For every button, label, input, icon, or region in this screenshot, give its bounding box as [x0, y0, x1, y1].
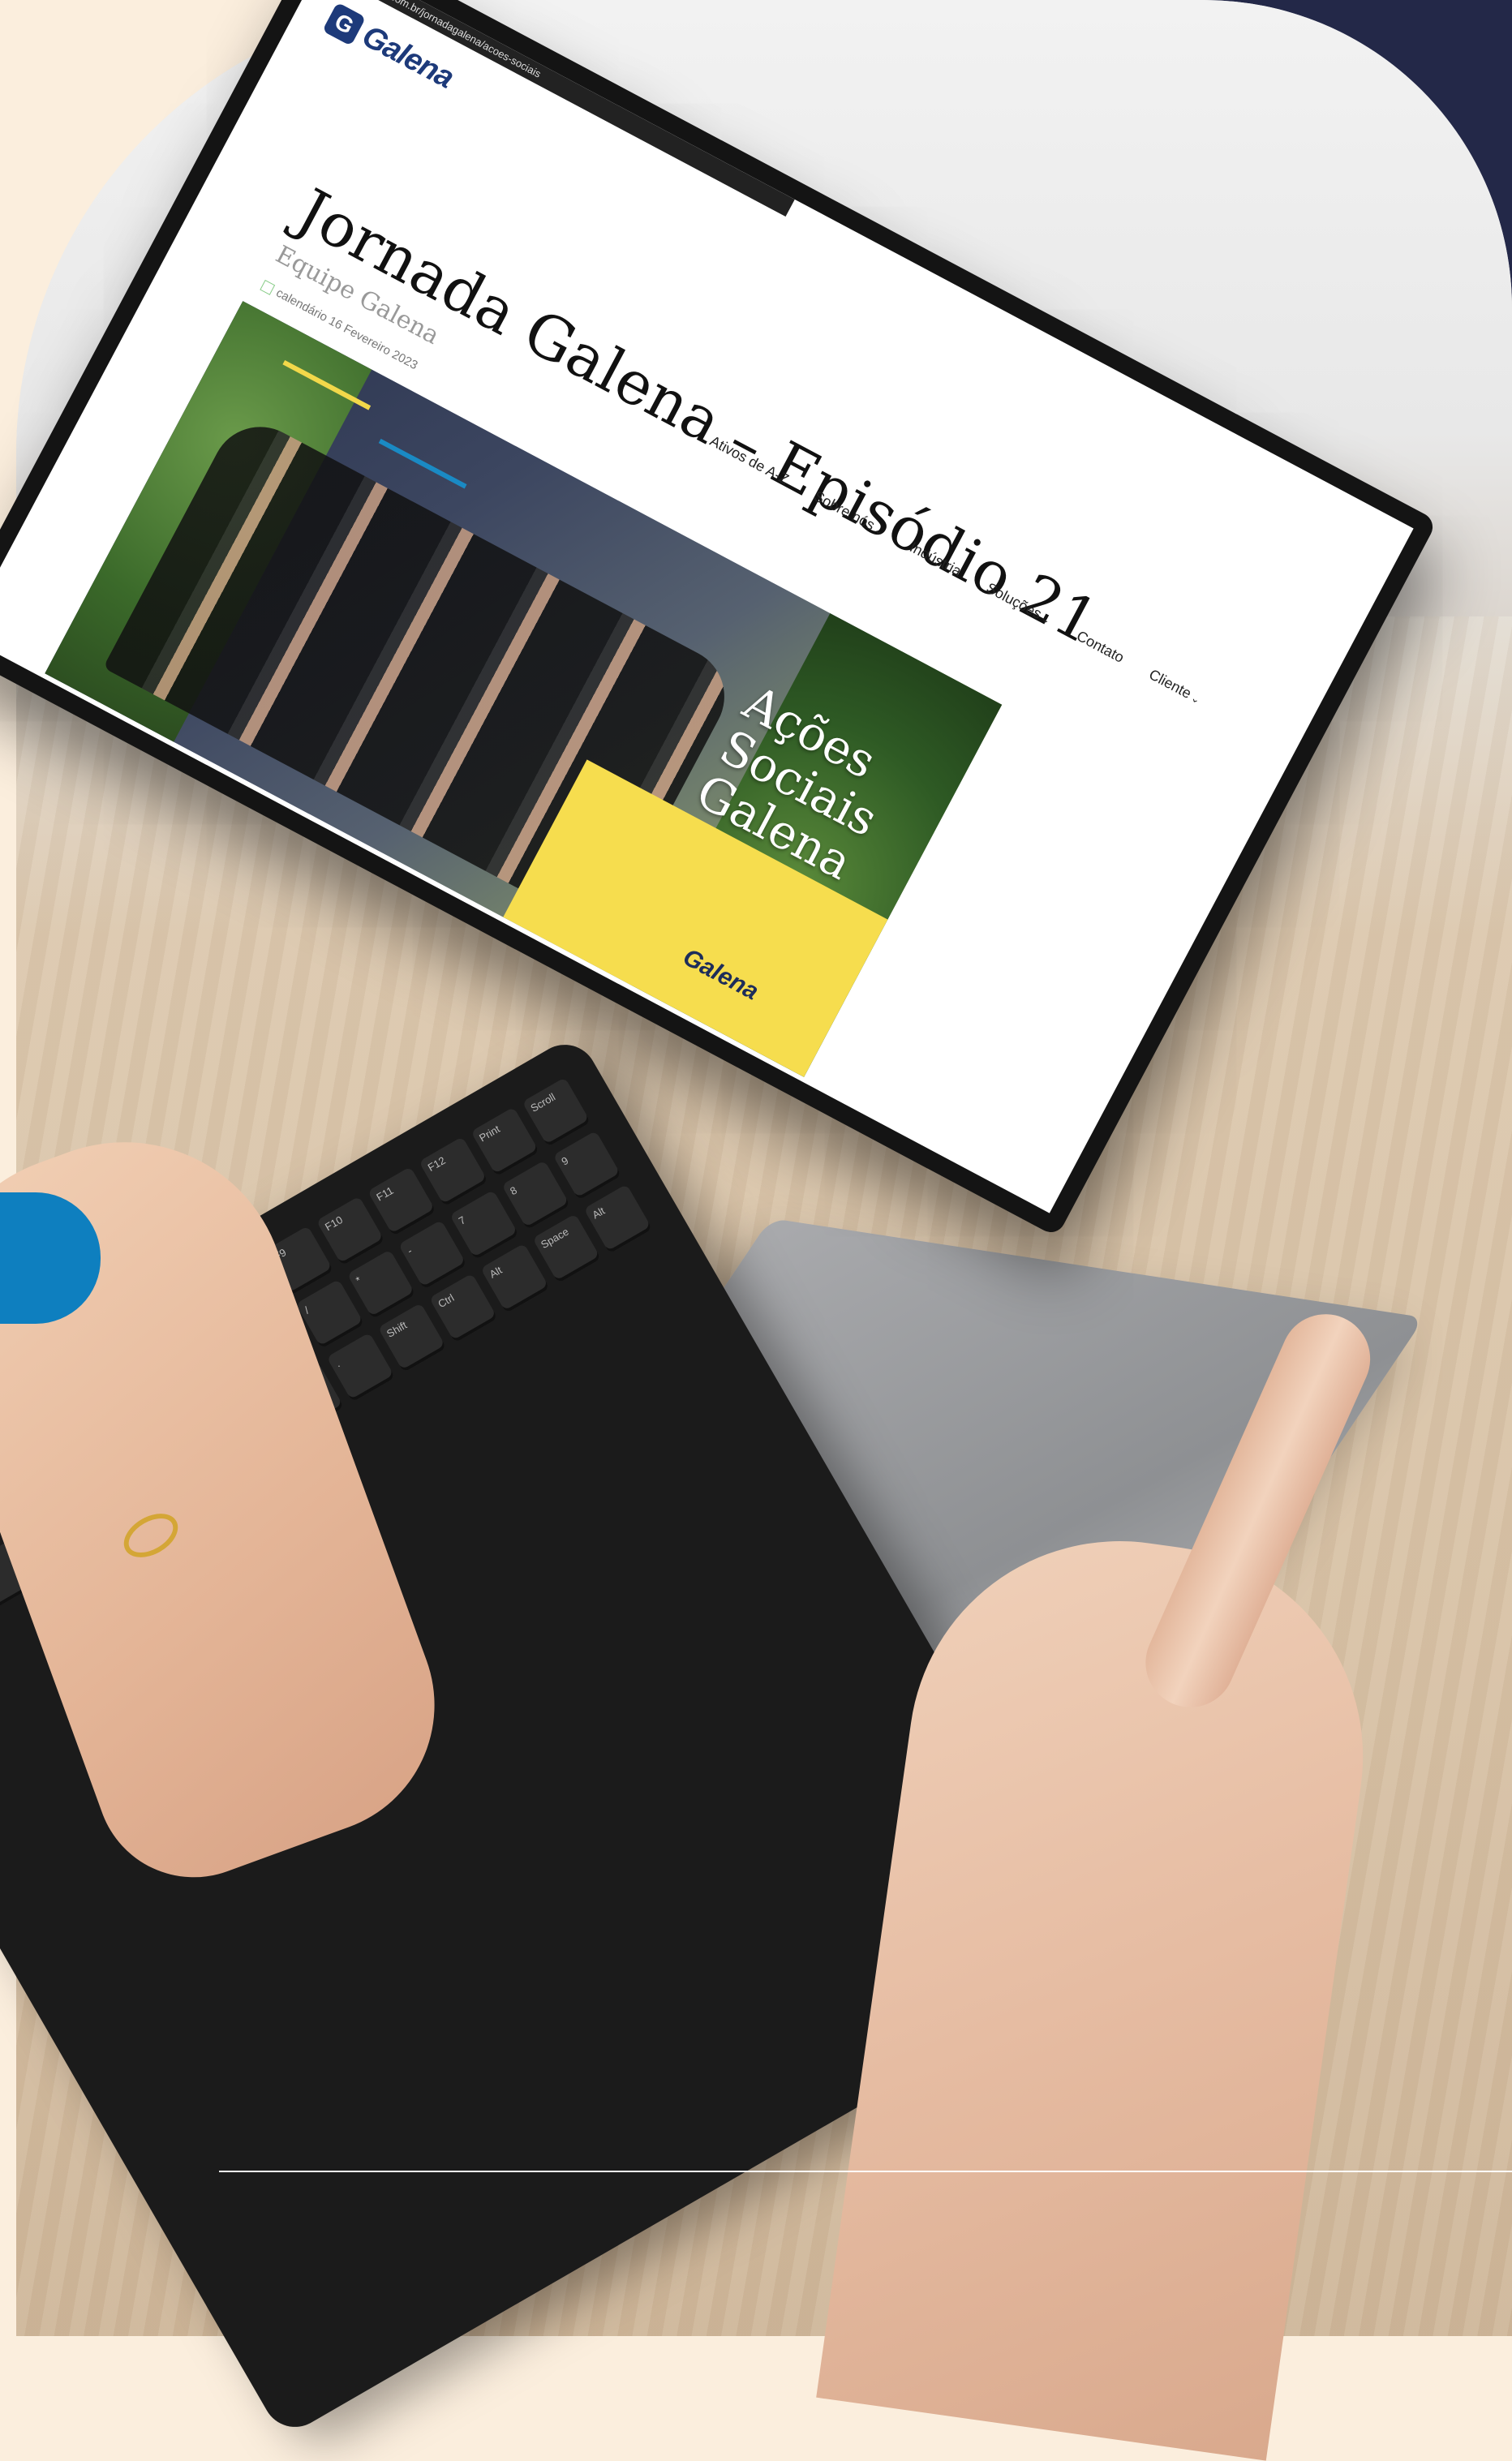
keyboard-key: . — [326, 1332, 396, 1402]
keyboard-key: Alt — [480, 1243, 550, 1313]
keyboard-key: F11 — [367, 1166, 437, 1236]
keyboard-key: Shift — [377, 1303, 447, 1373]
galena-logo-icon: G — [322, 2, 367, 46]
keyboard-key: Space — [531, 1213, 601, 1284]
keyboard-key: 9 — [552, 1130, 622, 1200]
keyboard-key: * — [346, 1249, 416, 1320]
nav-label: Cliente — [1146, 666, 1195, 702]
keyboard-key: F10 — [316, 1196, 385, 1266]
calendar-icon — [260, 279, 276, 295]
keyboard-key: - — [398, 1219, 468, 1290]
keyboard-key: Alt — [583, 1183, 653, 1254]
chevron-down-icon: ⌄ — [1039, 612, 1053, 627]
keyboard-key: Print — [470, 1106, 539, 1177]
keyboard-key: 8 — [500, 1160, 570, 1230]
chevron-down-icon: ⌄ — [872, 522, 887, 539]
nav-item-cliente[interactable]: Cliente⌄ — [1146, 666, 1205, 707]
keyboard-key: Scroll — [522, 1077, 591, 1148]
chevron-down-icon: ⌄ — [1188, 691, 1203, 707]
keyboard-key: 7 — [449, 1190, 519, 1261]
hero-banner[interactable]: Ações Sociais Galena Galena — [45, 301, 1003, 1077]
nav-label: Contato — [1074, 627, 1128, 666]
divider-line — [219, 2171, 1512, 2172]
keyboard-key: Ctrl — [429, 1273, 499, 1343]
blue-stripe — [378, 438, 467, 489]
keyboard-key: F12 — [419, 1136, 488, 1207]
nav-item-contato[interactable]: Contato — [1074, 627, 1128, 667]
